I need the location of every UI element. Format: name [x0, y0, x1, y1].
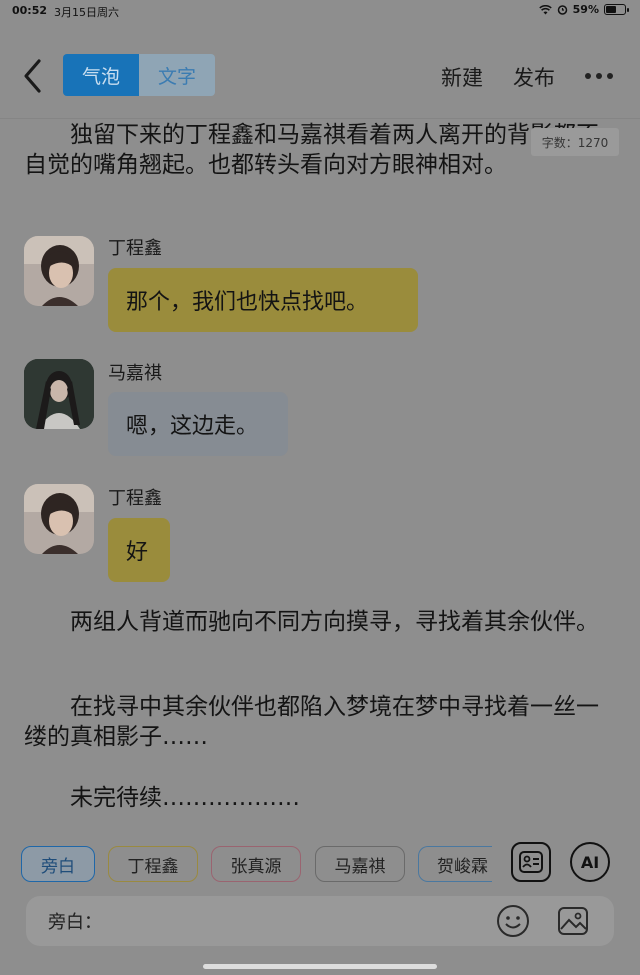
avatar[interactable]	[24, 236, 94, 306]
role-tag-ma-jiaqi[interactable]: 马嘉祺	[315, 846, 405, 882]
battery-percent: 59%	[572, 3, 599, 16]
header: 气泡 文字 新建 发布	[0, 40, 640, 112]
new-button[interactable]: 新建	[441, 62, 483, 92]
home-indicator	[203, 964, 437, 969]
ai-button[interactable]: AI	[570, 842, 610, 882]
status-right: 59%	[538, 3, 629, 16]
tab-text[interactable]: 文字	[139, 54, 215, 96]
status-date: 3月15日周六	[54, 6, 119, 19]
more-button[interactable]	[585, 73, 613, 79]
avatar-image	[24, 236, 94, 306]
role-tag-narration[interactable]: 旁白	[21, 846, 95, 882]
emoji-icon[interactable]	[496, 904, 530, 938]
narration-paragraph: 独留下来的丁程鑫和马嘉祺看着两人离开的背影都不自觉的嘴角翘起。也都转头看向对方眼…	[24, 122, 599, 178]
wifi-icon	[538, 4, 552, 14]
speaker-name: 马嘉祺	[108, 363, 162, 384]
battery-icon	[604, 4, 629, 15]
input-bar[interactable]: 旁白：	[26, 896, 614, 946]
status-bar: 00:52 3月15日周六 59%	[0, 0, 640, 22]
message-bubble[interactable]: 好	[108, 518, 170, 582]
ai-label: AI	[580, 852, 600, 872]
role-tag-zhang-zhenyuan[interactable]: 张真源	[211, 846, 301, 882]
message-bubble[interactable]: 那个，我们也快点找吧。	[108, 268, 418, 332]
chevron-left-icon	[24, 59, 41, 93]
role-tag-ding-chengxin[interactable]: 丁程鑫	[108, 846, 198, 882]
publish-button[interactable]: 发布	[513, 62, 555, 92]
narration-paragraph: 未完待续………………	[70, 785, 300, 811]
mode-switch: 气泡 文字	[63, 54, 215, 96]
battery-fill	[606, 6, 617, 13]
word-count-badge: 字数：1270	[531, 128, 619, 156]
image-icon[interactable]	[556, 904, 590, 938]
avatar-image	[24, 484, 94, 554]
status-time: 00:52	[12, 4, 48, 17]
character-manager-button[interactable]	[511, 842, 551, 882]
speaker-name: 丁程鑫	[108, 488, 162, 509]
header-divider	[0, 118, 640, 119]
avatar[interactable]	[24, 484, 94, 554]
alarm-icon	[557, 5, 567, 15]
input-role-label: 旁白：	[48, 912, 102, 933]
avatar[interactable]	[24, 359, 94, 429]
speaker-name: 丁程鑫	[108, 238, 162, 259]
narration-paragraph: 在找寻中其余伙伴也都陷入梦境在梦中寻找着一丝一缕的真相影子……	[24, 694, 599, 750]
role-tag-he-junlin[interactable]: 贺峻霖	[418, 846, 492, 882]
back-button[interactable]	[18, 56, 48, 96]
narration-paragraph: 两组人背道而驰向不同方向摸寻，寻找着其余伙伴。	[70, 609, 599, 635]
more-dot	[607, 73, 613, 79]
more-dot	[596, 73, 602, 79]
more-dot	[585, 73, 591, 79]
message-bubble[interactable]: 嗯，这边走。	[108, 392, 288, 456]
avatar-image	[24, 359, 94, 429]
id-card-icon	[519, 851, 543, 873]
tab-bubble[interactable]: 气泡	[63, 54, 139, 96]
